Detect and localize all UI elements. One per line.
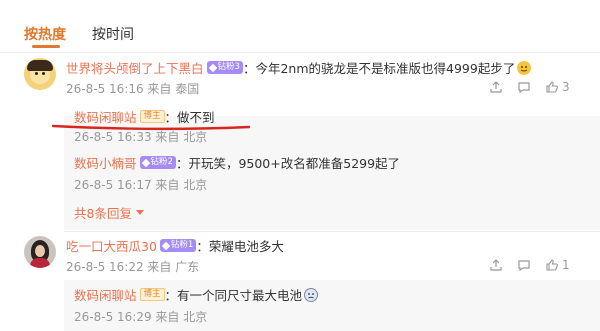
reply-meta: 26-8-5 16:17 来自 北京 (74, 178, 208, 192)
avatar[interactable] (24, 236, 56, 268)
emoji-icon (304, 287, 319, 302)
share-icon (490, 81, 502, 93)
fan-badge[interactable]: 钻粉2 (139, 156, 176, 169)
more-replies-link[interactable]: 共8条回复 (74, 203, 144, 222)
diamond-icon (161, 241, 171, 250)
comment-text: 荣耀电池多大 (208, 239, 284, 254)
comment-meta: 26-8-5 16:16 来自 泰国 (66, 82, 200, 96)
share-button[interactable] (489, 258, 503, 272)
author-badge: 博主 (139, 110, 165, 123)
username-link[interactable]: 数码闲聊站 (74, 285, 137, 304)
reply-meta: 26-8-5 16:29 来自 北京 (74, 310, 208, 324)
like-icon (546, 81, 558, 93)
avatar[interactable] (24, 58, 56, 90)
comment-button[interactable] (517, 80, 531, 94)
diamond-icon (141, 158, 150, 167)
like-count: 1 (562, 258, 570, 272)
tab-time[interactable]: 按时间 (92, 24, 134, 44)
active-tab-indicator (32, 45, 60, 48)
comment-text: 今年2nm的骁龙是不是标准版也得4999起步了 (255, 61, 516, 76)
reply-text: 开玩笑，9500+改名都准备5299起了 (188, 156, 401, 171)
comment-actions: 1 (489, 258, 570, 272)
username-link[interactable]: 数码小楠哥 (74, 153, 137, 172)
reply-line: 数码闲聊站 博主 ： 有一个同尺寸最大电池 (74, 285, 319, 304)
author-badge: 博主 (139, 288, 165, 301)
like-icon (546, 259, 558, 271)
divider (64, 231, 600, 232)
share-icon (490, 259, 502, 271)
comment-icon (518, 82, 530, 94)
comment-button[interactable] (517, 258, 531, 272)
comment-actions: 3 (489, 80, 570, 94)
comment-line: 世界将头颅倒了上下黑白 钻粉3 ： 今年2nm的骁龙是不是标准版也得4999起步… (66, 58, 532, 77)
tab-hot[interactable]: 按热度 (24, 24, 66, 44)
reply-meta: 26-8-5 16:33 来自 北京 (74, 130, 208, 144)
like-button[interactable]: 1 (545, 258, 570, 272)
comment-icon (518, 260, 530, 272)
like-count: 3 (562, 80, 570, 94)
username-link[interactable]: 世界将头颅倒了上下黑白 (66, 58, 204, 77)
comment-line: 吃一口大西瓜30 钻粉1 ： 荣耀电池多大 (66, 236, 284, 255)
reply-line: 数码小楠哥 钻粉2 ： 开玩笑，9500+改名都准备5299起了 (74, 153, 400, 172)
sort-tabs: 按热度 按时间 (24, 24, 134, 44)
username-link[interactable]: 吃一口大西瓜30 (66, 236, 157, 255)
divider (0, 52, 600, 53)
reply-text: 有一个同尺寸最大电池 (177, 288, 303, 303)
fan-badge[interactable]: 钻粉3 (206, 61, 243, 74)
share-button[interactable] (489, 80, 503, 94)
like-button[interactable]: 3 (545, 80, 570, 94)
chevron-down-icon (135, 210, 144, 215)
fan-badge[interactable]: 钻粉1 (159, 239, 197, 252)
comment-meta: 26-8-5 16:22 来自 广东 (66, 260, 200, 274)
emoji-icon (517, 60, 532, 75)
diamond-icon (208, 63, 217, 72)
